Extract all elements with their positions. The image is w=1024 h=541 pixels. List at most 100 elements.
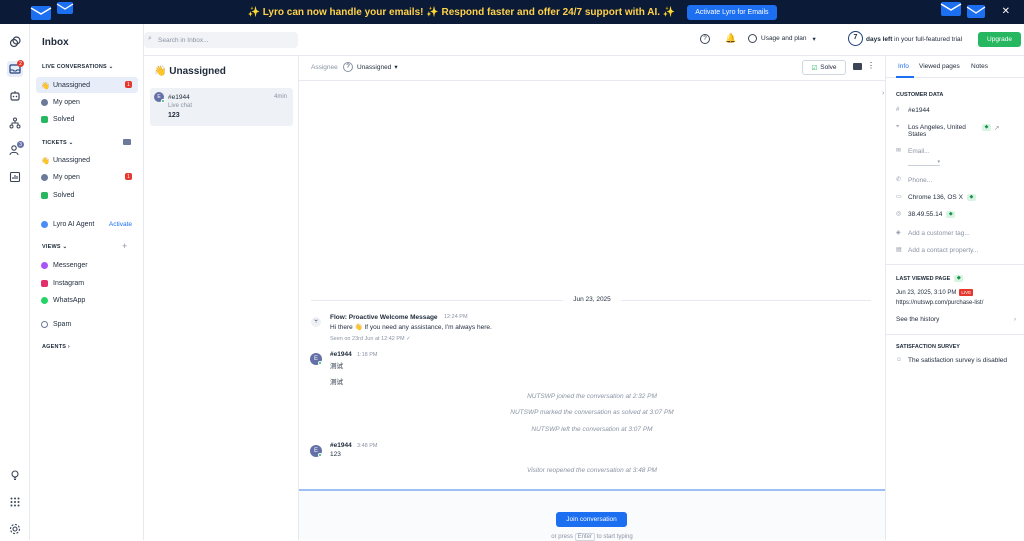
online-dot [318, 453, 322, 457]
see-history-link[interactable]: See the history › [896, 316, 1016, 323]
inbox-icon[interactable]: 2 [7, 60, 24, 77]
info-panel: Info Viewed pages Notes › CUSTOMER DATA … [882, 56, 1024, 540]
check-icon [41, 115, 48, 123]
live-conversations-header[interactable]: LIVE CONVERSATIONS ⌄ [42, 64, 113, 70]
last-viewed-url[interactable]: https://nutswp.com/purchase-list/ [896, 300, 983, 306]
sidebar-item-live-solved[interactable]: Solved [36, 111, 138, 127]
sidebar-item-tickets-my-open[interactable]: My open 1 [36, 169, 138, 185]
envelope-icon [966, 2, 986, 22]
system-event: NUTSWP left the conversation at 3:07 PM [531, 426, 653, 433]
check-icon: ☑ [811, 64, 818, 72]
date-divider: Jun 23, 2025 [299, 296, 885, 303]
sidebar-item-live-unassigned[interactable]: 👋 Unassigned 1 [36, 77, 138, 93]
last-viewed-time: Jun 23, 2025, 3:10 PM LIVE [896, 289, 974, 296]
contacts-icon[interactable]: 3 [7, 141, 24, 158]
online-dot [161, 99, 165, 103]
chevron-down-icon: ⌄ [68, 140, 74, 146]
property-row[interactable]: ▤ Add a contact property... [896, 247, 1016, 254]
whatsapp-icon [41, 296, 48, 304]
contacts-badge: 3 [17, 141, 24, 148]
verified-icon: ◆ [966, 194, 976, 201]
analytics-icon[interactable] [7, 169, 23, 185]
banner-text: ✨ Lyro can now handle your emails! ✨ Res… [247, 6, 676, 18]
chevron-down-icon: ⌄ [62, 244, 68, 250]
inbox-sidebar: Inbox LIVE CONVERSATIONS ⌄ 👋 Unassigned … [30, 24, 144, 540]
reply-area: Join conversation or press Enter to star… [299, 489, 885, 541]
phone-row[interactable]: ✆ Phone... [896, 177, 1016, 184]
sidebar-item-tickets-solved[interactable]: Solved [36, 187, 138, 203]
envelope-icon [56, 0, 74, 18]
chevron-down-icon: ▾ [394, 64, 398, 71]
active-tab-indicator [896, 76, 914, 78]
sidebar-item-lyro[interactable]: Lyro AI Agent Activate [36, 216, 138, 232]
flows-icon[interactable] [7, 115, 23, 131]
ticket-icon[interactable] [853, 63, 862, 70]
conversation-header: Assignee ? Unassigned ▾ ☑ Solve ⋮ [299, 56, 885, 81]
email-dropdown[interactable]: ▾ [908, 159, 940, 166]
message-text: 123 [330, 451, 341, 458]
tab-viewed-pages[interactable]: Viewed pages [919, 63, 960, 70]
last-viewed-header: LAST VIEWED PAGE ◆ [896, 275, 964, 282]
flow-icon: ⑂ [311, 317, 321, 327]
promo-banner: ✨ Lyro can now handle your emails! ✨ Res… [0, 0, 1024, 24]
message-author: #e1944 [330, 351, 352, 358]
help-icon[interactable]: ? [700, 34, 710, 44]
flow-name: Flow: Proactive Welcome Message [330, 314, 438, 321]
sidebar-item-tickets-unassigned[interactable]: 👋 Unassigned [36, 152, 138, 168]
tag-row[interactable]: ◈ Add a customer tag... [896, 230, 1016, 237]
inbox-badge: 2 [17, 60, 24, 67]
wave-icon: 👋 [41, 157, 50, 165]
external-link-icon: ↗ [994, 125, 1000, 132]
search-input[interactable]: ⌕ Search in Inbox... [144, 32, 298, 48]
close-icon[interactable]: ✕ [1002, 6, 1010, 17]
smiley-icon: ☺ [896, 357, 903, 363]
bot-icon[interactable] [7, 88, 23, 104]
lyro-activate-link[interactable]: Activate [109, 221, 132, 228]
list-item-name: #e1944 [168, 94, 190, 101]
add-view-icon[interactable]: + [122, 241, 127, 251]
customer-data-header: CUSTOMER DATA [896, 92, 944, 98]
top-bar: ⌕ Search in Inbox... ? 🔔 Usage and plan … [144, 24, 1024, 56]
agent-icon [41, 98, 48, 106]
sidebar-item-live-my-open[interactable]: My open [36, 94, 138, 110]
list-item-time: 4min [273, 94, 287, 100]
survey-row: ☺ The satisfaction survey is disabled [896, 357, 1007, 364]
sidebar-item-spam[interactable]: Spam [36, 316, 138, 332]
laptop-icon: ▭ [896, 194, 902, 200]
sidebar-item-whatsapp[interactable]: WhatsApp [36, 292, 138, 308]
tickets-header[interactable]: TICKETS ⌄ [42, 140, 73, 146]
solve-button[interactable]: ☑ Solve [802, 60, 846, 75]
settings-gear-icon[interactable] [7, 521, 23, 537]
ip-icon: ◎ [896, 211, 902, 217]
collapse-chevron-icon[interactable]: › [882, 90, 884, 97]
sidebar-item-instagram[interactable]: Instagram [36, 275, 138, 291]
usage-plan-menu[interactable]: Usage and plan ▾ [748, 34, 816, 43]
join-conversation-button[interactable]: Join conversation [556, 512, 627, 527]
upgrade-button[interactable]: Upgrade [978, 32, 1021, 47]
location-pin-icon: ⌖ [896, 124, 900, 130]
bell-icon[interactable]: 🔔 [725, 33, 736, 44]
tab-info[interactable]: Info [898, 63, 909, 70]
tab-notes[interactable]: Notes [971, 63, 988, 70]
assignee-dropdown[interactable]: ? Unassigned ▾ [343, 62, 398, 72]
message-text: 测试 [330, 363, 343, 370]
email-row[interactable]: ✉ Email... [896, 148, 1016, 155]
list-item[interactable]: E #e1944 4min Live chat 123 [150, 88, 293, 126]
sidebar-item-messenger[interactable]: Messenger [36, 257, 138, 273]
dashboard-icon[interactable] [7, 34, 23, 50]
agents-header[interactable]: AGENTS › [42, 344, 70, 350]
browser-row: ▭ Chrome 136, OS X ◆ [896, 194, 1016, 201]
flow-message: Hi there 👋 If you need any assistance, I… [330, 324, 492, 331]
ticket-settings-icon[interactable] [123, 139, 131, 145]
reply-hint: or press Enter to start typing [551, 533, 633, 541]
more-options-icon[interactable]: ⋮ [867, 61, 875, 70]
views-header[interactable]: VIEWS ⌄ [42, 244, 67, 250]
divider [886, 334, 1024, 335]
activate-lyro-button[interactable]: Activate Lyro for Emails [687, 4, 777, 20]
lightbulb-icon[interactable] [7, 467, 23, 483]
apps-grid-icon[interactable] [7, 494, 23, 510]
chevron-down-icon: ▾ [812, 35, 816, 43]
search-icon: ⌕ [148, 35, 152, 42]
trial-text: days left in your full-featured trial [866, 36, 963, 43]
list-item-preview: 123 [168, 112, 180, 119]
